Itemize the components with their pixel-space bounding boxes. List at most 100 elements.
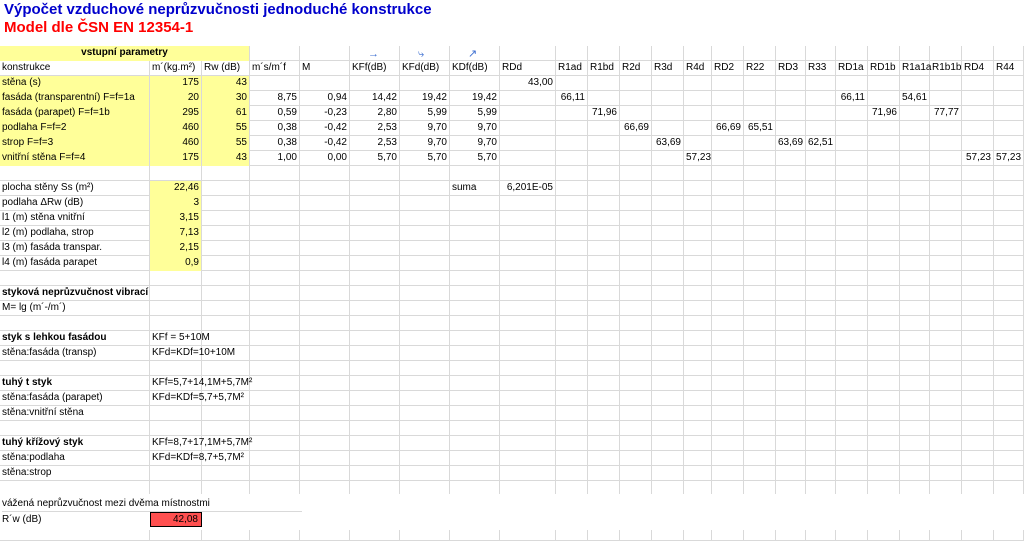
grid-cell[interactable] <box>712 391 744 406</box>
param-label[interactable]: l1 (m) stěna vnitřní <box>0 211 150 226</box>
grid-cell[interactable] <box>994 211 1024 226</box>
table-cell[interactable] <box>652 91 684 106</box>
table-cell[interactable] <box>744 151 776 166</box>
grid-cell[interactable] <box>450 331 500 346</box>
grid-cell[interactable] <box>930 331 962 346</box>
grid-cell[interactable] <box>868 451 900 466</box>
grid-cell[interactable] <box>500 421 556 436</box>
grid-cell[interactable] <box>868 271 900 286</box>
grid-cell[interactable] <box>652 436 684 451</box>
table-cell[interactable] <box>806 91 836 106</box>
grid-cell[interactable] <box>450 211 500 226</box>
grid-cell[interactable] <box>836 376 868 391</box>
grid-cell[interactable] <box>588 211 620 226</box>
param-label[interactable]: l4 (m) fasáda parapet <box>0 256 150 271</box>
table-cell[interactable]: 0,94 <box>300 91 350 106</box>
grid-cell[interactable] <box>836 166 868 181</box>
grid-cell[interactable] <box>450 376 500 391</box>
table-cell[interactable]: 63,69 <box>652 136 684 151</box>
table-cell[interactable] <box>994 121 1024 136</box>
grid-cell[interactable] <box>900 256 930 271</box>
grid-cell[interactable] <box>400 376 450 391</box>
grid-cell[interactable] <box>744 211 776 226</box>
grid-cell[interactable] <box>962 46 994 61</box>
grid-cell[interactable] <box>250 406 300 421</box>
table-cell[interactable] <box>900 106 930 121</box>
grid-cell[interactable] <box>684 436 712 451</box>
grid-cell[interactable] <box>556 241 588 256</box>
table-cell[interactable] <box>500 91 556 106</box>
grid-cell[interactable] <box>930 376 962 391</box>
grid-cell[interactable] <box>962 346 994 361</box>
grid-cell[interactable] <box>300 316 350 331</box>
grid-cell[interactable] <box>400 226 450 241</box>
table-cell[interactable] <box>712 106 744 121</box>
grid-cell[interactable] <box>652 406 684 421</box>
spreadsheet-grid[interactable]: vstupní parametry → ⤷ ↗ konstrukce m´(kg.m²) R… <box>0 46 1024 541</box>
grid-cell[interactable] <box>620 256 652 271</box>
grid-cell[interactable] <box>500 46 556 61</box>
grid-cell[interactable] <box>588 466 620 481</box>
grid-cell[interactable] <box>930 46 962 61</box>
column-header[interactable]: KFf(dB) <box>350 61 400 76</box>
table-cell[interactable] <box>900 121 930 136</box>
grid-cell[interactable] <box>712 346 744 361</box>
grid-cell[interactable] <box>450 436 500 451</box>
table-cell[interactable] <box>300 76 350 91</box>
table-cell[interactable] <box>930 76 962 91</box>
grid-cell[interactable] <box>620 286 652 301</box>
grid-cell[interactable] <box>930 226 962 241</box>
column-header[interactable]: RD2 <box>712 61 744 76</box>
grid-cell[interactable] <box>450 466 500 481</box>
grid-cell[interactable] <box>556 391 588 406</box>
grid-cell[interactable] <box>868 226 900 241</box>
grid-cell[interactable] <box>806 286 836 301</box>
grid-cell[interactable] <box>930 241 962 256</box>
grid-cell[interactable] <box>806 391 836 406</box>
table-cell[interactable] <box>930 151 962 166</box>
grid-cell[interactable] <box>300 436 350 451</box>
table-cell[interactable] <box>930 91 962 106</box>
table-cell[interactable]: 62,51 <box>806 136 836 151</box>
grid-cell[interactable] <box>806 346 836 361</box>
grid-cell[interactable] <box>588 451 620 466</box>
grid-cell[interactable] <box>588 391 620 406</box>
table-cell[interactable] <box>868 121 900 136</box>
grid-cell[interactable] <box>994 271 1024 286</box>
grid-cell[interactable] <box>712 376 744 391</box>
grid-cell[interactable] <box>620 346 652 361</box>
grid-cell[interactable] <box>776 181 806 196</box>
grid-cell[interactable] <box>776 346 806 361</box>
grid-cell[interactable] <box>900 241 930 256</box>
grid-cell[interactable] <box>930 181 962 196</box>
grid-cell[interactable] <box>930 421 962 436</box>
grid-cell[interactable] <box>900 391 930 406</box>
grid-cell[interactable] <box>836 256 868 271</box>
grid-cell[interactable] <box>962 316 994 331</box>
grid-cell[interactable] <box>588 406 620 421</box>
grid-cell[interactable] <box>652 181 684 196</box>
table-cell[interactable]: 2,53 <box>350 121 400 136</box>
table-cell[interactable] <box>836 106 868 121</box>
table-cell[interactable]: 43 <box>202 151 250 166</box>
grid-cell[interactable] <box>300 391 350 406</box>
grid-cell[interactable] <box>202 241 250 256</box>
table-cell[interactable]: 0,59 <box>250 106 300 121</box>
grid-cell[interactable] <box>930 196 962 211</box>
grid-cell[interactable] <box>556 286 588 301</box>
grid-cell[interactable] <box>620 406 652 421</box>
table-cell[interactable] <box>994 76 1024 91</box>
grid-cell[interactable] <box>836 241 868 256</box>
grid-cell[interactable] <box>806 166 836 181</box>
grid-cell[interactable] <box>962 256 994 271</box>
grid-cell[interactable] <box>400 436 450 451</box>
grid-cell[interactable] <box>450 451 500 466</box>
grid-cell[interactable] <box>0 166 150 181</box>
grid-cell[interactable] <box>652 391 684 406</box>
table-cell[interactable] <box>350 76 400 91</box>
grid-cell[interactable] <box>450 241 500 256</box>
table-cell[interactable] <box>868 151 900 166</box>
grid-cell[interactable] <box>620 271 652 286</box>
table-cell[interactable]: 0,00 <box>300 151 350 166</box>
table-cell[interactable] <box>556 106 588 121</box>
